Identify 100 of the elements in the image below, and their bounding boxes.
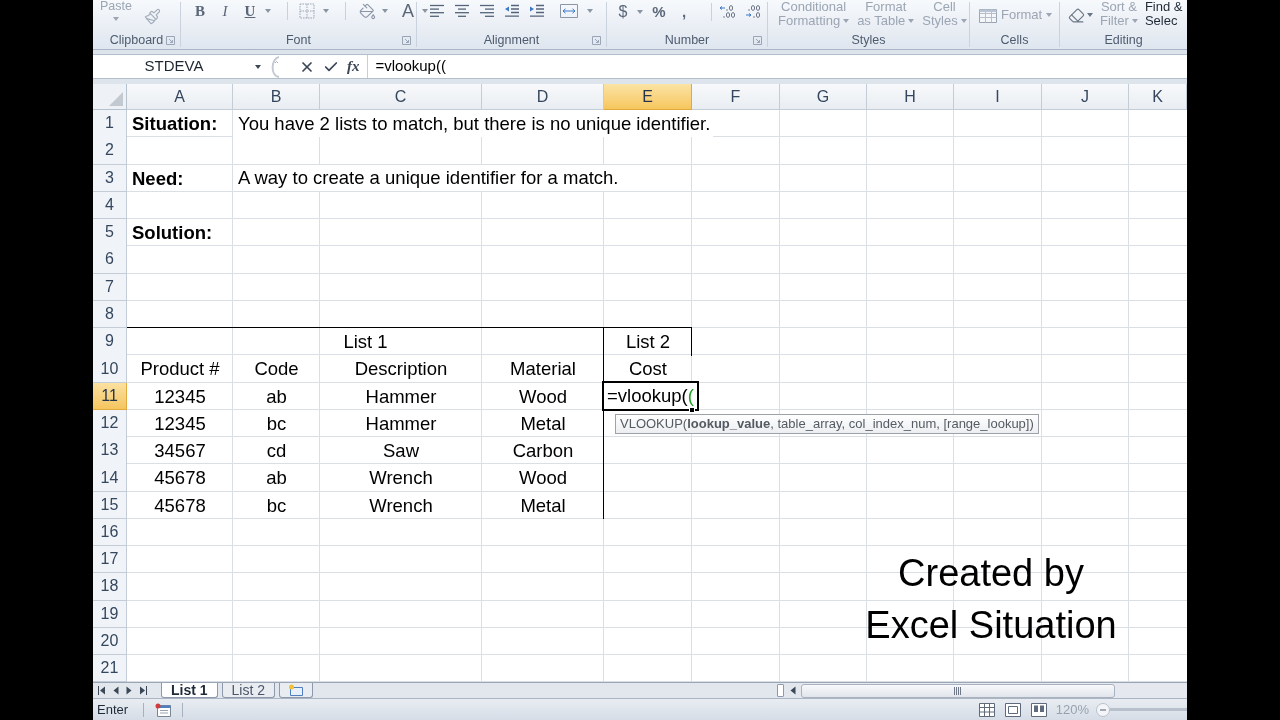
row-header[interactable]: 6 <box>93 246 127 274</box>
dropdown-caret-icon <box>908 19 915 23</box>
name-box[interactable]: STDEVA <box>93 55 265 78</box>
column-header[interactable]: H <box>867 84 954 110</box>
scroll-left-icon[interactable] <box>790 686 796 696</box>
cell-edit-field[interactable]: =vlookup(( <box>602 380 699 412</box>
insert-sheet-button[interactable] <box>279 683 314 699</box>
column-header[interactable]: F <box>692 84 780 110</box>
column-header[interactable]: K <box>1129 84 1187 110</box>
zoom-level-text: 120% <box>1055 700 1089 719</box>
row-header[interactable]: 3 <box>93 164 127 193</box>
table-entry-text: Carbon <box>512 439 574 463</box>
row-header[interactable]: 21 <box>93 655 127 683</box>
page-layout-icon[interactable] <box>1004 702 1021 717</box>
font-color-button[interactable]: A <box>399 1 417 21</box>
ribbon-group-label: Alignment <box>483 34 540 47</box>
row-header[interactable]: 13 <box>93 437 127 465</box>
column-header[interactable]: G <box>780 84 867 110</box>
table-entry-text: ab <box>266 466 287 491</box>
underline-button[interactable]: U <box>240 1 260 21</box>
next-sheet-icon[interactable] <box>126 686 132 696</box>
dialog-launcher-icon[interactable] <box>753 36 762 45</box>
dropdown-caret-icon[interactable] <box>382 9 388 13</box>
row-header[interactable]: 18 <box>93 573 127 601</box>
merge-cells-icon[interactable] <box>560 4 578 18</box>
column-header[interactable]: J <box>1042 84 1129 110</box>
row-header[interactable]: 1 <box>93 110 127 138</box>
table-entry-text: Hammer <box>365 384 437 409</box>
increase-decimal-icon[interactable] <box>719 4 737 20</box>
align-center-icon[interactable] <box>454 4 470 18</box>
row-header[interactable]: 7 <box>93 273 127 301</box>
previous-sheet-icon[interactable] <box>113 686 119 696</box>
dropdown-caret-icon[interactable] <box>422 9 428 13</box>
table-entry-text: 12345 <box>154 411 206 436</box>
status-mode-text: Enter <box>96 700 130 719</box>
formula-input[interactable]: =vlookup(( <box>367 55 1187 78</box>
bold-button[interactable]: B <box>190 1 210 21</box>
insert-function-button[interactable]: fx <box>347 59 360 74</box>
ribbon-group-label: Number <box>664 34 710 47</box>
sheet-tab[interactable]: List 1 <box>161 683 218 699</box>
format-cells-icon[interactable] <box>979 7 997 23</box>
row-header[interactable]: 11 <box>93 382 127 411</box>
format-painter-icon[interactable] <box>143 8 161 25</box>
dropdown-caret-icon[interactable] <box>323 9 329 13</box>
comma-style-button[interactable]: , <box>675 2 693 22</box>
sheet-tab[interactable]: List 2 <box>221 683 276 699</box>
dropdown-caret-icon <box>960 19 967 23</box>
row-header[interactable]: 10 <box>93 355 127 383</box>
row-header[interactable]: 12 <box>93 409 127 438</box>
dropdown-caret-icon[interactable] <box>587 9 593 13</box>
split-handle-icon[interactable] <box>777 684 784 698</box>
dialog-launcher-icon[interactable] <box>166 36 175 45</box>
table-entry-text: Cost <box>628 357 667 382</box>
align-left-icon[interactable] <box>429 4 445 18</box>
table-entry-text: cd <box>266 439 287 463</box>
column-header[interactable]: D <box>482 84 604 110</box>
heading-text: Solution: <box>132 221 213 245</box>
row-header[interactable]: 8 <box>93 300 127 328</box>
increase-indent-icon[interactable] <box>529 4 545 18</box>
table-entry-text: Saw <box>383 439 419 463</box>
align-right-icon[interactable] <box>479 4 495 18</box>
last-sheet-icon[interactable] <box>139 686 147 696</box>
zoom-slider-track[interactable] <box>1110 708 1187 712</box>
record-macro-icon[interactable] <box>155 702 171 717</box>
row-header[interactable]: 9 <box>93 328 127 356</box>
dropdown-caret-icon[interactable] <box>637 10 643 14</box>
page-break-preview-icon[interactable] <box>1030 702 1047 717</box>
percent-button[interactable]: % <box>650 2 668 22</box>
normal-view-icon[interactable] <box>978 702 995 717</box>
decrease-indent-icon[interactable] <box>504 4 520 18</box>
grip-icon <box>954 686 962 695</box>
row-header[interactable]: 20 <box>93 627 127 655</box>
italic-button[interactable]: I <box>215 1 235 21</box>
row-header[interactable]: 19 <box>93 600 127 628</box>
find-select-button[interactable]: Find & Selec <box>1144 0 1183 28</box>
first-sheet-icon[interactable] <box>98 686 106 696</box>
column-header[interactable]: E <box>604 84 692 110</box>
dropdown-caret-icon[interactable] <box>265 9 271 13</box>
currency-button[interactable]: $ <box>616 2 630 22</box>
decrease-decimal-icon[interactable] <box>744 4 762 20</box>
row-header[interactable]: 4 <box>93 191 127 219</box>
fill-handle-icon[interactable] <box>689 407 695 414</box>
zoom-out-icon[interactable] <box>1096 702 1110 717</box>
eraser-icon[interactable] <box>1068 6 1085 24</box>
dialog-launcher-icon[interactable] <box>402 36 411 45</box>
table-entry-text: Wood <box>519 384 567 409</box>
row-header[interactable]: 2 <box>93 137 127 165</box>
row-header[interactable]: 14 <box>93 464 127 492</box>
row-header[interactable]: 16 <box>93 518 127 546</box>
column-header[interactable]: B <box>233 84 320 110</box>
column-header[interactable]: C <box>320 84 482 110</box>
dropdown-caret-icon[interactable] <box>1087 13 1093 17</box>
row-header[interactable]: 17 <box>93 546 127 574</box>
column-header[interactable]: A <box>127 84 233 110</box>
scrollbar-thumb[interactable] <box>801 683 1115 698</box>
row-header[interactable]: 5 <box>93 219 127 247</box>
fill-bucket-icon[interactable] <box>359 2 376 20</box>
row-header[interactable]: 15 <box>93 491 127 520</box>
column-header[interactable]: I <box>954 84 1042 110</box>
dialog-launcher-icon[interactable] <box>592 36 601 45</box>
